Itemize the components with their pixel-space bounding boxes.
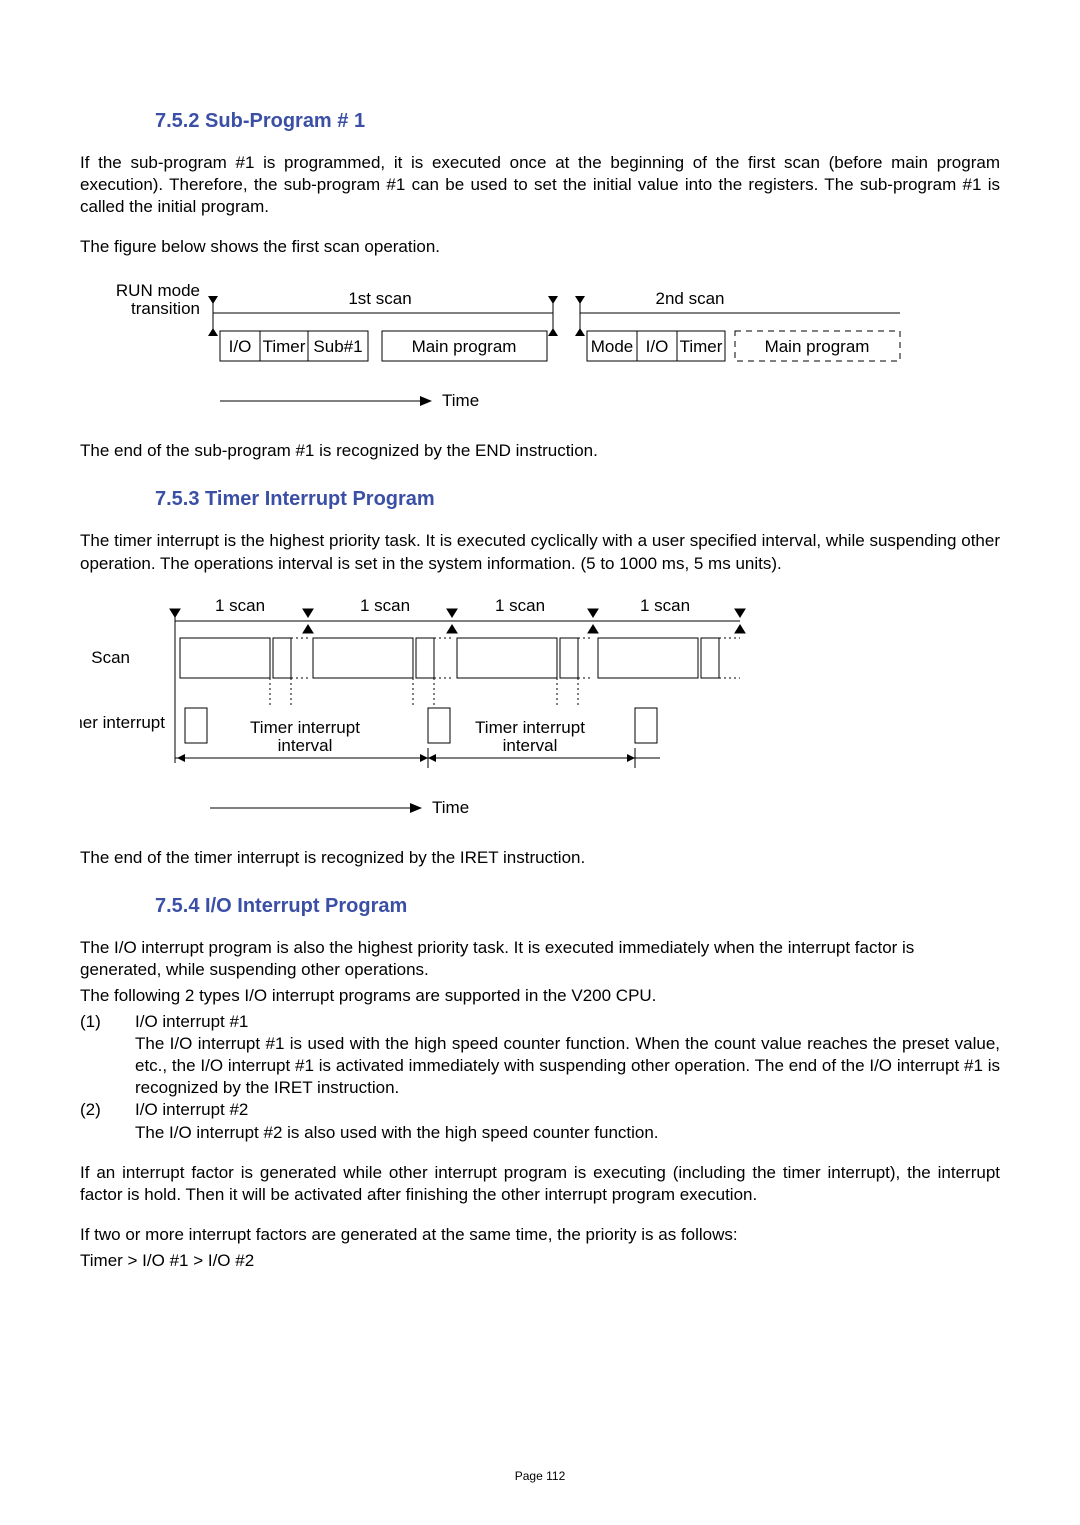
figure-first-scan: RUN mode transition 1st scan I/O Timer S… [80, 276, 1000, 426]
fig1-timer: Timer [263, 337, 306, 356]
heading-752: 7.5.2 Sub-Program # 1 [155, 108, 1000, 134]
fig2-svg: 1 scan 1 scan 1 scan 1 scan Scan [80, 593, 1000, 833]
item1-num: (1) [80, 1011, 135, 1033]
fig1-io2: I/O [646, 337, 669, 356]
sec3-p4: If two or more interrupt factors are gen… [80, 1224, 1000, 1246]
fig1-timer2: Timer [680, 337, 723, 356]
heading-754: 7.5.4 I/O Interrupt Program [155, 893, 1000, 919]
sec3-p5: Timer > I/O #1 > I/O #2 [80, 1250, 1000, 1272]
sec2-p2: The end of the timer interrupt is recogn… [80, 847, 1000, 869]
fig2-scan-l4: 1 scan [640, 596, 690, 615]
fig1-io: I/O [229, 337, 252, 356]
fig1-mode: Mode [591, 337, 634, 356]
fig2-int2b: interval [503, 736, 558, 755]
fig2-scan-l1: 1 scan [215, 596, 265, 615]
fig2-scan-label: Scan [91, 648, 130, 667]
sec1-p1: If the sub-program #1 is programmed, it … [80, 152, 1000, 218]
fig1-time: Time [442, 391, 479, 410]
figure-timer-interrupt: 1 scan 1 scan 1 scan 1 scan Scan [80, 593, 1000, 833]
fig2-time: Time [432, 798, 469, 817]
sec3-p1: The I/O interrupt program is also the hi… [80, 937, 1000, 981]
fig2-scan-l2: 1 scan [360, 596, 410, 615]
fig1-main2: Main program [765, 337, 870, 356]
sec1-p3: The end of the sub-program #1 is recogni… [80, 440, 1000, 462]
item1-body: The I/O interrupt #1 is used with the hi… [135, 1033, 1000, 1099]
fig2-ti-label: Timer interrupt [80, 713, 165, 732]
fig1-runmode: RUN mode [116, 281, 200, 300]
fig1-transition: transition [131, 299, 200, 318]
sec3-p2: The following 2 types I/O interrupt prog… [80, 985, 1000, 1007]
sec3-p3: If an interrupt factor is generated whil… [80, 1162, 1000, 1206]
fig1-scan2-label: 2nd scan [656, 289, 725, 308]
fig2-int1a: Timer interrupt [250, 718, 360, 737]
io-interrupt-list: (1) I/O interrupt #1 The I/O interrupt #… [80, 1011, 1000, 1144]
heading-753: 7.5.3 Timer Interrupt Program [155, 486, 1000, 512]
item2-num: (2) [80, 1099, 135, 1121]
fig1-main1: Main program [412, 337, 517, 356]
page-number: Page 112 [0, 1469, 1080, 1485]
fig2-int2a: Timer interrupt [475, 718, 585, 737]
fig1-sub1: Sub#1 [313, 337, 362, 356]
fig1-svg: RUN mode transition 1st scan I/O Timer S… [80, 276, 1000, 426]
sec2-p1: The timer interrupt is the highest prior… [80, 530, 1000, 574]
fig1-scan1-label: 1st scan [348, 289, 411, 308]
item2-title: I/O interrupt #2 [135, 1099, 1000, 1121]
item1-title: I/O interrupt #1 [135, 1011, 1000, 1033]
fig2-int1b: interval [278, 736, 333, 755]
sec1-p2: The figure below shows the first scan op… [80, 236, 1000, 258]
fig2-scan-l3: 1 scan [495, 596, 545, 615]
item2-body: The I/O interrupt #2 is also used with t… [135, 1122, 1000, 1144]
